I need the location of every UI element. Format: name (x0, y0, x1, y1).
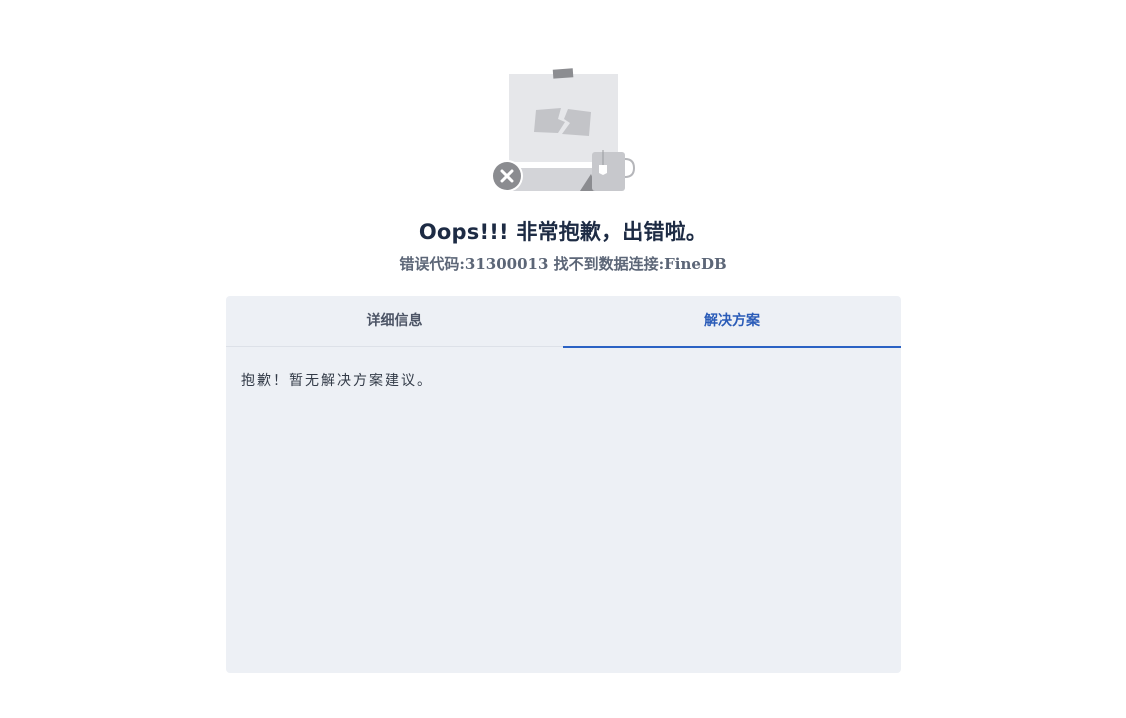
error-title: Oops!!! 非常抱歉，出错啦。 (418, 220, 708, 244)
mug-icon (592, 152, 625, 191)
paper-sheet (509, 74, 618, 162)
error-page: Oops!!! 非常抱歉，出错啦。 错误代码:31300013 找不到数据连接:… (0, 0, 1126, 718)
tape-strip (552, 68, 574, 79)
tab-solution[interactable]: 解决方案 (563, 296, 901, 347)
close-icon (491, 160, 523, 192)
active-tab-indicator (563, 346, 901, 348)
solution-text: 抱歉！暂无解决方案建议。 (241, 373, 433, 389)
tab-details[interactable]: 详细信息 (226, 296, 563, 347)
error-illustration (491, 68, 636, 192)
error-code-message: 错误代码:31300013 找不到数据连接:FineDB (399, 255, 727, 273)
error-details-panel: 详细信息 解决方案 抱歉！暂无解决方案建议。 (226, 296, 901, 673)
tab-bar: 详细信息 解决方案 (226, 296, 901, 348)
